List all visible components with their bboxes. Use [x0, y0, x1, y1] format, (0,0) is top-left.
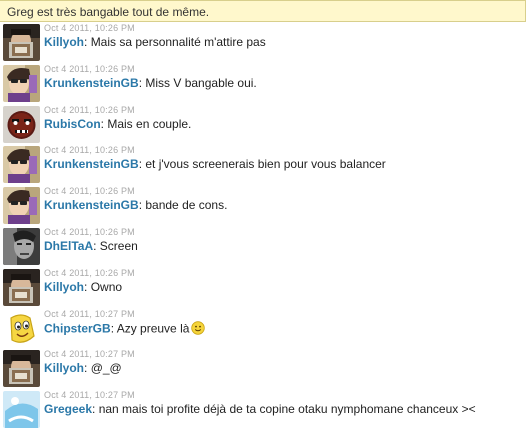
message-line: ChipsterGB: Azy preuve là — [44, 320, 206, 338]
chat-message: Oct 4 2011, 10:27 PM Killyoh: @_@ — [0, 348, 528, 389]
message-line: KrunkensteinGB: bande de cons. — [44, 198, 227, 212]
message-username[interactable]: KrunkensteinGB — [44, 198, 139, 212]
krunkenstein-avatar[interactable] — [3, 146, 40, 184]
message-text: Azy preuve là — [116, 321, 190, 336]
krunkenstein-avatar[interactable] — [3, 64, 40, 102]
message-timestamp: Oct 4 2011, 10:26 PM — [44, 267, 135, 278]
message-username[interactable]: Killyoh — [44, 280, 84, 294]
message-username[interactable]: ChipsterGB — [44, 321, 111, 335]
notice-bar: Greg est très bangable tout de même. — [0, 0, 526, 22]
message-timestamp: Oct 4 2011, 10:26 PM — [44, 63, 135, 74]
message-text: Owno — [90, 279, 123, 294]
message-text: nan mais toi profite déjà de ta copine o… — [98, 402, 476, 417]
rubiscon-avatar[interactable] — [3, 105, 40, 143]
gregeek-avatar[interactable] — [3, 391, 40, 429]
chat-message: Oct 4 2011, 10:27 PM ChipsterGB: Azy preu… — [0, 308, 528, 349]
chat-message: Oct 4 2011, 10:27 PM Gregeek: nan mais to… — [0, 389, 528, 430]
chat-message: Oct 4 2011, 10:26 PM KrunkensteinGB: et j… — [0, 144, 528, 185]
killyoh-avatar[interactable] — [3, 268, 40, 306]
notice-text: Greg est très bangable tout de même. — [7, 5, 210, 19]
message-line: Gregeek: nan mais toi profite déjà de ta… — [44, 402, 476, 416]
username-separator: : — [84, 35, 91, 49]
username-separator: : — [84, 361, 91, 376]
message-timestamp: Oct 4 2011, 10:26 PM — [44, 226, 135, 237]
message-username[interactable]: Killyoh — [44, 361, 84, 375]
message-username[interactable]: DhElTaA — [44, 239, 93, 253]
message-text: Mais en couple. — [107, 116, 192, 131]
chat-message: Oct 4 2011, 10:26 PM KrunkensteinGB: band… — [0, 185, 528, 226]
message-line: Killyoh: @_@ — [44, 361, 122, 375]
username-separator: : — [93, 238, 100, 253]
dheltaa-avatar[interactable] — [3, 227, 40, 265]
message-timestamp: Oct 4 2011, 10:26 PM — [44, 23, 135, 33]
chat-message: Oct 4 2011, 10:26 PM Killyoh: Owno — [0, 267, 528, 308]
username-separator: : — [84, 279, 91, 294]
krunkenstein-avatar[interactable] — [3, 187, 40, 225]
message-line: RubisCon: Mais en couple. — [44, 117, 191, 131]
message-text: et j'vous screenerais bien pour vous bal… — [145, 157, 386, 172]
message-text: bande de cons. — [145, 198, 228, 213]
message-timestamp: Oct 4 2011, 10:26 PM — [44, 186, 135, 197]
message-timestamp: Oct 4 2011, 10:27 PM — [44, 349, 135, 360]
message-text: Miss V bangable oui. — [145, 75, 257, 90]
username-separator: : — [92, 402, 99, 417]
message-timestamp: Oct 4 2011, 10:26 PM — [44, 145, 135, 156]
message-timestamp: Oct 4 2011, 10:27 PM — [44, 390, 135, 401]
killyoh-avatar[interactable] — [3, 24, 40, 61]
chat-message: Oct 4 2011, 10:26 PM RubisCon: Mais en co… — [0, 104, 528, 145]
message-line: Killyoh: Mais sa personnalité m'attire p… — [44, 35, 266, 49]
message-text: @_@ — [90, 361, 122, 376]
message-username[interactable]: Killyoh — [44, 35, 84, 49]
message-text: Mais sa personnalité m'attire pas — [90, 35, 266, 49]
chat-message: Oct 4 2011, 10:26 PM Killyoh: Mais sa per… — [0, 22, 528, 63]
message-username[interactable]: Gregeek — [44, 402, 92, 416]
message-line: KrunkensteinGB: Miss V bangable oui. — [44, 76, 257, 90]
message-username[interactable]: RubisCon — [44, 117, 101, 131]
message-text: Screen — [99, 238, 138, 253]
message-username[interactable]: KrunkensteinGB — [44, 76, 139, 90]
chipster-avatar[interactable] — [3, 309, 40, 347]
chat-message: Oct 4 2011, 10:26 PM DhElTaA: Screen — [0, 226, 528, 267]
message-timestamp: Oct 4 2011, 10:26 PM — [44, 104, 135, 115]
message-line: Killyoh: Owno — [44, 280, 122, 294]
killyoh-avatar[interactable] — [3, 350, 40, 388]
chat-feed-inner: Oct 4 2011, 10:26 PM Killyoh: Mais sa per… — [0, 22, 528, 430]
message-username[interactable]: KrunkensteinGB — [44, 157, 139, 171]
chat-message: Oct 4 2011, 10:26 PM KrunkensteinGB: Miss… — [0, 63, 528, 104]
message-timestamp: Oct 4 2011, 10:27 PM — [44, 308, 135, 319]
chat-feed[interactable]: Oct 4 2011, 10:26 PM Killyoh: Mais sa per… — [0, 22, 528, 448]
message-line: DhElTaA: Screen — [44, 239, 138, 253]
smiley-icon — [191, 320, 206, 338]
message-line: KrunkensteinGB: et j'vous screenerais bi… — [44, 157, 386, 171]
